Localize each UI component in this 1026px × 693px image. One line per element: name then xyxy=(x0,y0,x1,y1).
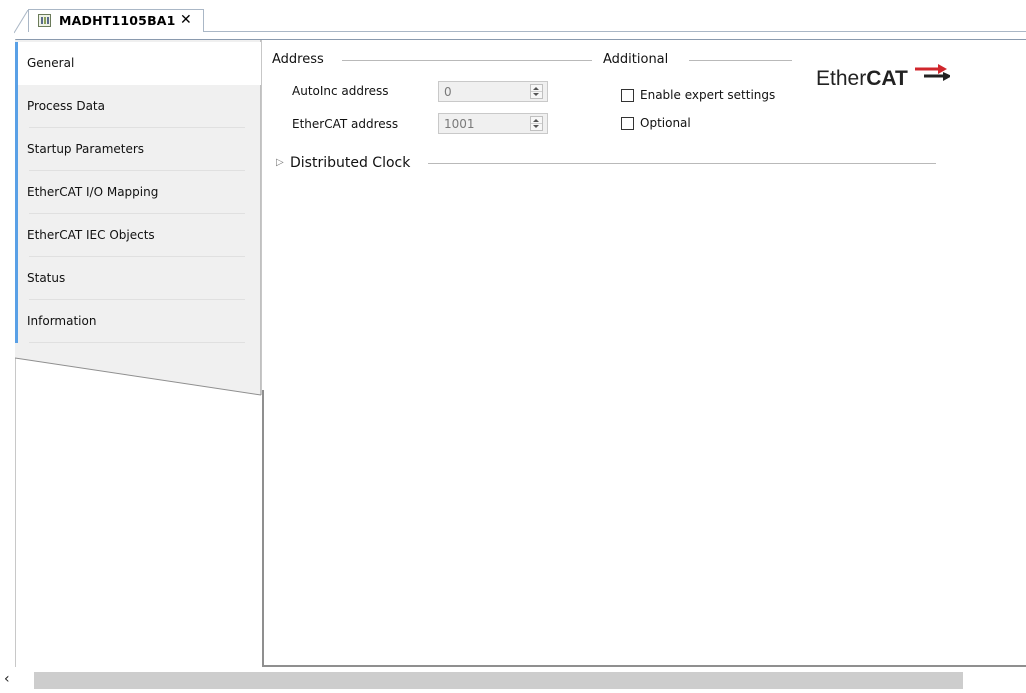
enable-expert-settings-label[interactable]: Enable expert settings xyxy=(640,88,775,102)
logo-arrows-icon xyxy=(915,64,950,81)
ethercat-address-label: EtherCAT address xyxy=(292,117,399,131)
spin-up-icon[interactable] xyxy=(533,87,539,90)
distributed-clock-line xyxy=(428,163,936,164)
sidebar: General Process Data Startup Parameters … xyxy=(15,40,262,396)
document-tab[interactable]: MADHT1105BA1 ✕ xyxy=(28,9,204,32)
tab-indicator xyxy=(15,171,18,214)
enable-expert-settings-checkbox[interactable] xyxy=(621,89,634,102)
sidebar-item-label: EtherCAT I/O Mapping xyxy=(27,185,159,199)
scroll-left-icon[interactable]: ‹ xyxy=(4,671,10,687)
sidebar-item-general[interactable]: General xyxy=(15,42,261,85)
spinner-divider xyxy=(531,123,542,124)
sidebar-item-process-data[interactable]: Process Data xyxy=(15,85,261,128)
sidebar-item-label: Information xyxy=(27,314,97,328)
spinner-buttons[interactable] xyxy=(530,116,543,131)
optional-label[interactable]: Optional xyxy=(640,116,691,130)
distributed-clock-header[interactable]: Distributed Clock xyxy=(290,155,410,171)
sidebar-item-label: Status xyxy=(27,271,66,285)
sidebar-item-ethercat-io-mapping[interactable]: EtherCAT I/O Mapping xyxy=(15,171,261,214)
spinner-divider xyxy=(531,91,542,92)
logo-text: EtherCAT xyxy=(816,67,908,91)
tab-indicator xyxy=(15,128,18,171)
logo-suffix: CAT xyxy=(866,67,908,90)
panel-border-left xyxy=(262,390,264,667)
panel-border-bottom xyxy=(262,665,1026,667)
divider xyxy=(29,342,245,343)
ethercat-address-input[interactable]: 1001 xyxy=(438,113,548,134)
active-indicator xyxy=(15,42,18,85)
tab-indicator xyxy=(15,300,18,343)
spinner-buttons[interactable] xyxy=(530,84,543,99)
autoinc-address-input[interactable]: 0 xyxy=(438,81,548,102)
tab-strip-divider xyxy=(204,31,1026,32)
sidebar-item-information[interactable]: Information xyxy=(15,300,261,343)
device-icon xyxy=(38,14,51,27)
spin-down-icon[interactable] xyxy=(533,125,539,128)
sidebar-item-status[interactable]: Status xyxy=(15,257,261,300)
autoinc-address-value: 0 xyxy=(444,85,452,99)
editor-tab-strip: MADHT1105BA1 ✕ xyxy=(0,0,1026,36)
logo-prefix: Ether xyxy=(816,67,867,90)
optional-checkbox[interactable] xyxy=(621,117,634,130)
tab-indicator xyxy=(15,85,18,128)
sidebar-item-label: Process Data xyxy=(27,99,105,113)
autoinc-address-label: AutoInc address xyxy=(292,84,389,98)
sidebar-item-label: General xyxy=(27,56,75,70)
ethercat-address-value: 1001 xyxy=(444,117,475,131)
sidebar-item-startup-parameters[interactable]: Startup Parameters xyxy=(15,128,261,171)
spin-up-icon[interactable] xyxy=(533,119,539,122)
tab-indicator xyxy=(15,257,18,300)
scrollbar-thumb[interactable] xyxy=(34,672,963,689)
additional-group-line xyxy=(689,60,792,61)
additional-group-title: Additional xyxy=(603,52,669,67)
expand-icon[interactable]: ▷ xyxy=(276,157,284,168)
spin-down-icon[interactable] xyxy=(533,93,539,96)
horizontal-scrollbar[interactable]: ‹ xyxy=(0,668,1026,693)
sidebar-item-label: Startup Parameters xyxy=(27,142,145,156)
address-group-title: Address xyxy=(272,52,324,67)
ethercat-logo: EtherCAT xyxy=(816,64,956,94)
close-icon[interactable]: ✕ xyxy=(180,12,192,28)
tab-title: MADHT1105BA1 xyxy=(59,13,176,28)
sidebar-item-ethercat-iec-objects[interactable]: EtherCAT IEC Objects xyxy=(15,214,261,257)
address-group-line xyxy=(342,60,592,61)
tab-indicator xyxy=(15,214,18,257)
sidebar-item-label: EtherCAT IEC Objects xyxy=(27,228,155,242)
